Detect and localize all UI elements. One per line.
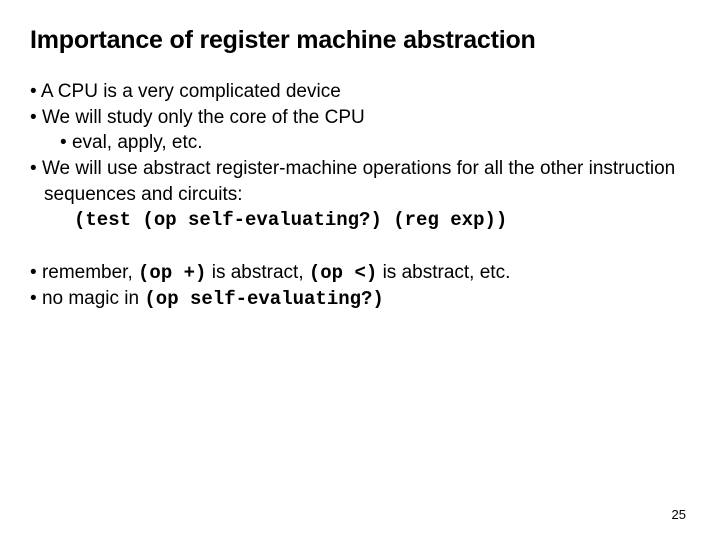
bullet-text: eval, apply, etc. [72,132,203,153]
bullet-item: • no magic in (op self-evaluating?) [30,286,690,313]
bullet-subitem: • eval, apply, etc. [30,130,690,156]
bullet-item: • A CPU is a very complicated device [30,79,690,105]
bullet-text: is abstract, [206,262,308,283]
code-inline: (op self-evaluating?) [144,288,383,310]
bullet-text: is abstract, etc. [377,262,510,283]
bullet-item: • We will study only the core of the CPU [30,105,690,131]
bullet-text: remember, [42,262,138,283]
code-inline: (op +) [138,262,206,284]
code-line: (test (op self-evaluating?) (reg exp)) [30,207,690,234]
slide-title: Importance of register machine abstracti… [30,26,690,55]
bullet-text: no magic in [42,288,144,309]
bullet-text: We will use abstract register-machine op… [42,158,675,205]
page-number: 25 [672,507,686,522]
bullet-item: • We will use abstract register-machine … [30,156,690,207]
bullet-text: A CPU is a very complicated device [41,81,341,102]
bullet-item: • remember, (op +) is abstract, (op <) i… [30,260,690,287]
bullet-group-1: • A CPU is a very complicated device • W… [30,79,690,234]
bullet-text: We will study only the core of the CPU [42,107,365,128]
bullet-group-2: • remember, (op +) is abstract, (op <) i… [30,260,690,313]
code-inline: (op <) [309,262,377,284]
code-text: (test (op self-evaluating?) (reg exp)) [74,209,507,231]
